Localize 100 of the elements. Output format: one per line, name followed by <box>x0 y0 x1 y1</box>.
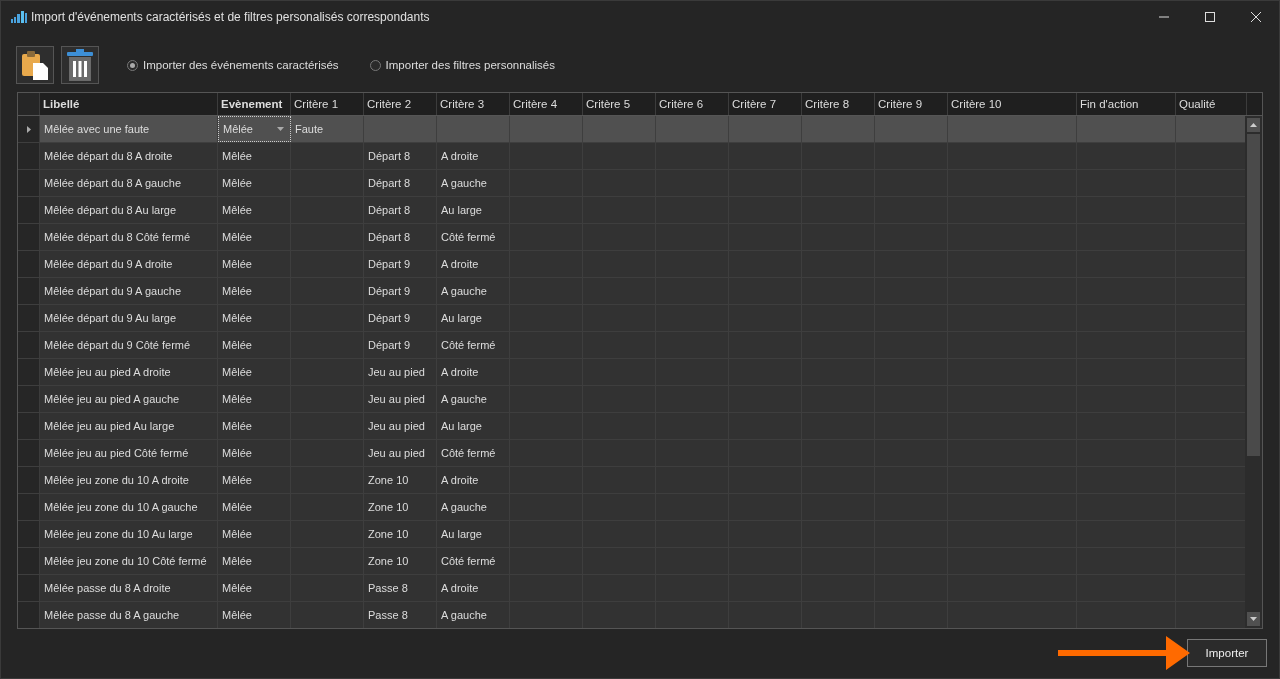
column-header[interactable]: Critère 7 <box>729 93 802 115</box>
table-row[interactable]: Mêlée départ du 9 Côté fermé Mêlée Départ 9 Côté fermé <box>18 332 1245 359</box>
table-cell: A droite <box>437 467 510 493</box>
table-cell: Jeu au pied <box>364 386 437 412</box>
event-dropdown[interactable]: Mêlée <box>218 116 291 142</box>
column-header[interactable]: Critère 4 <box>510 93 583 115</box>
current-row-icon <box>26 125 31 133</box>
table-cell: Côté fermé <box>437 440 510 466</box>
table-cell: A droite <box>437 251 510 277</box>
table-cell: Zone 10 <box>364 467 437 493</box>
table-cell: Au large <box>437 197 510 223</box>
table-cell: A droite <box>437 359 510 385</box>
table-cell: Mêlée <box>218 602 291 628</box>
table-cell: Au large <box>437 413 510 439</box>
table-row[interactable]: Mêlée jeu zone du 10 Au large Mêlée Zone 10 Au large <box>18 521 1245 548</box>
table-cell: Jeu au pied <box>364 440 437 466</box>
delete-button[interactable] <box>61 46 99 84</box>
dropdown-caret-icon <box>277 127 284 131</box>
table-cell: Mêlée <box>218 278 291 304</box>
column-header[interactable]: Qualité <box>1176 93 1247 115</box>
table-cell: Mêlée jeu zone du 10 A droite <box>40 467 218 493</box>
table-cell: Mêlée jeu zone du 10 A gauche <box>40 494 218 520</box>
table-row[interactable]: Mêlée passe du 8 A droite Mêlée Passe 8 A droite <box>18 575 1245 602</box>
table-cell: Mêlée passe du 8 A droite <box>40 575 218 601</box>
table-cell: Mêlée départ du 8 Côté fermé <box>40 224 218 250</box>
column-header[interactable]: Evènement <box>218 93 291 115</box>
table-cell: Départ 8 <box>364 143 437 169</box>
column-header[interactable]: Libellé <box>40 93 218 115</box>
table-cell: Mêlée jeu au pied A droite <box>40 359 218 385</box>
table-cell: Mêlée départ du 8 A droite <box>40 143 218 169</box>
close-icon[interactable] <box>1251 11 1261 22</box>
table-cell: Départ 9 <box>364 332 437 358</box>
table-cell: Mêlée <box>218 467 291 493</box>
column-header[interactable]: Critère 9 <box>875 93 948 115</box>
table-cell: Mêlée départ du 9 A gauche <box>40 278 218 304</box>
table-cell: Mêlée jeu au pied Côté fermé <box>40 440 218 466</box>
vertical-scrollbar[interactable] <box>1245 116 1262 628</box>
table-cell: Départ 8 <box>364 170 437 196</box>
scroll-up-icon[interactable] <box>1247 118 1260 132</box>
table-row[interactable]: Mêlée jeu au pied Au large Mêlée Jeu au pied Au large <box>18 413 1245 440</box>
table-cell: Mêlée <box>218 197 291 223</box>
table-cell: Mêlée départ du 9 Côté fermé <box>40 332 218 358</box>
table-cell: Départ 9 <box>364 251 437 277</box>
table-cell: Passe 8 <box>364 602 437 628</box>
table-row[interactable]: Mêlée jeu au pied A gauche Mêlée Jeu au pied A gauche <box>18 386 1245 413</box>
maximize-icon[interactable] <box>1205 11 1215 22</box>
table-cell: Mêlée départ du 9 Au large <box>40 305 218 331</box>
table-cell: Mêlée jeu au pied Au large <box>40 413 218 439</box>
column-header[interactable]: Critère 2 <box>364 93 437 115</box>
table-row[interactable]: Mêlée départ du 8 A droite Mêlée Départ 8 A droite <box>18 143 1245 170</box>
table-row[interactable]: Mêlée passe du 8 A gauche Mêlée Passe 8 A gauche <box>18 602 1245 628</box>
table-cell: Zone 10 <box>364 494 437 520</box>
table-cell: Côté fermé <box>437 224 510 250</box>
table-cell: Départ 8 <box>364 224 437 250</box>
table-cell: Mêlée <box>218 143 291 169</box>
table-row[interactable]: Mêlée départ du 9 Au large Mêlée Départ 9 Au large <box>18 305 1245 332</box>
table-cell: Passe 8 <box>364 575 437 601</box>
table-cell: Mêlée <box>218 332 291 358</box>
column-header[interactable]: Critère 1 <box>291 93 364 115</box>
table-cell: Mêlée avec une faute <box>40 116 218 142</box>
scrollbar-thumb[interactable] <box>1247 134 1260 456</box>
table-row[interactable]: Mêlée avec une faute Mêlée Faute <box>18 116 1245 143</box>
table-cell: A droite <box>437 575 510 601</box>
column-header[interactable]: Fin d'action <box>1077 93 1176 115</box>
table-cell: Mêlée <box>218 359 291 385</box>
table-cell: A gauche <box>437 278 510 304</box>
import-option-radio[interactable]: Importer des événements caractérisés <box>127 59 339 71</box>
table-cell: Côté fermé <box>437 332 510 358</box>
table-row[interactable]: Mêlée jeu au pied A droite Mêlée Jeu au pied A droite <box>18 359 1245 386</box>
import-button[interactable]: Importer <box>1187 639 1267 667</box>
table-row[interactable]: Mêlée départ du 9 A gauche Mêlée Départ 9 A gauche <box>18 278 1245 305</box>
table-cell: Mêlée <box>218 548 291 574</box>
table-row[interactable]: Mêlée jeu zone du 10 Côté fermé Mêlée Zone 10 Côté fermé <box>18 548 1245 575</box>
import-option-radio[interactable]: Importer des filtres personnalisés <box>369 59 555 71</box>
table-row[interactable]: Mêlée jeu au pied Côté fermé Mêlée Jeu au pied Côté fermé <box>18 440 1245 467</box>
table-cell: A gauche <box>437 602 510 628</box>
column-header[interactable]: Critère 8 <box>802 93 875 115</box>
table-cell: Jeu au pied <box>364 359 437 385</box>
table-cell: Mêlée <box>218 575 291 601</box>
table-row[interactable]: Mêlée jeu zone du 10 A gauche Mêlée Zone 10 A gauche <box>18 494 1245 521</box>
table-cell: Mêlée départ du 9 A droite <box>40 251 218 277</box>
table-cell: A droite <box>437 143 510 169</box>
column-header[interactable]: Critère 3 <box>437 93 510 115</box>
column-header[interactable]: Critère 10 <box>948 93 1077 115</box>
table-cell: Mêlée <box>218 170 291 196</box>
column-header[interactable]: Critère 6 <box>656 93 729 115</box>
table-row[interactable]: Mêlée départ du 9 A droite Mêlée Départ 9 A droite <box>18 251 1245 278</box>
table-cell: Mêlée <box>218 440 291 466</box>
column-header[interactable]: Critère 5 <box>583 93 656 115</box>
table-row[interactable]: Mêlée départ du 8 Au large Mêlée Départ 8 Au large <box>18 197 1245 224</box>
table-row[interactable]: Mêlée départ du 8 Côté fermé Mêlée Départ 8 Côté fermé <box>18 224 1245 251</box>
table-cell: Mêlée <box>218 251 291 277</box>
table-row[interactable]: Mêlée jeu zone du 10 A droite Mêlée Zone 10 A droite <box>18 467 1245 494</box>
table-row[interactable]: Mêlée départ du 8 A gauche Mêlée Départ 8 A gauche <box>18 170 1245 197</box>
table-cell: Mêlée départ du 8 Au large <box>40 197 218 223</box>
scroll-down-icon[interactable] <box>1247 612 1260 626</box>
table-cell: Mêlée <box>218 413 291 439</box>
paste-button[interactable] <box>16 46 54 84</box>
bar-chart-icon <box>11 10 27 23</box>
table-cell: Mêlée <box>218 224 291 250</box>
